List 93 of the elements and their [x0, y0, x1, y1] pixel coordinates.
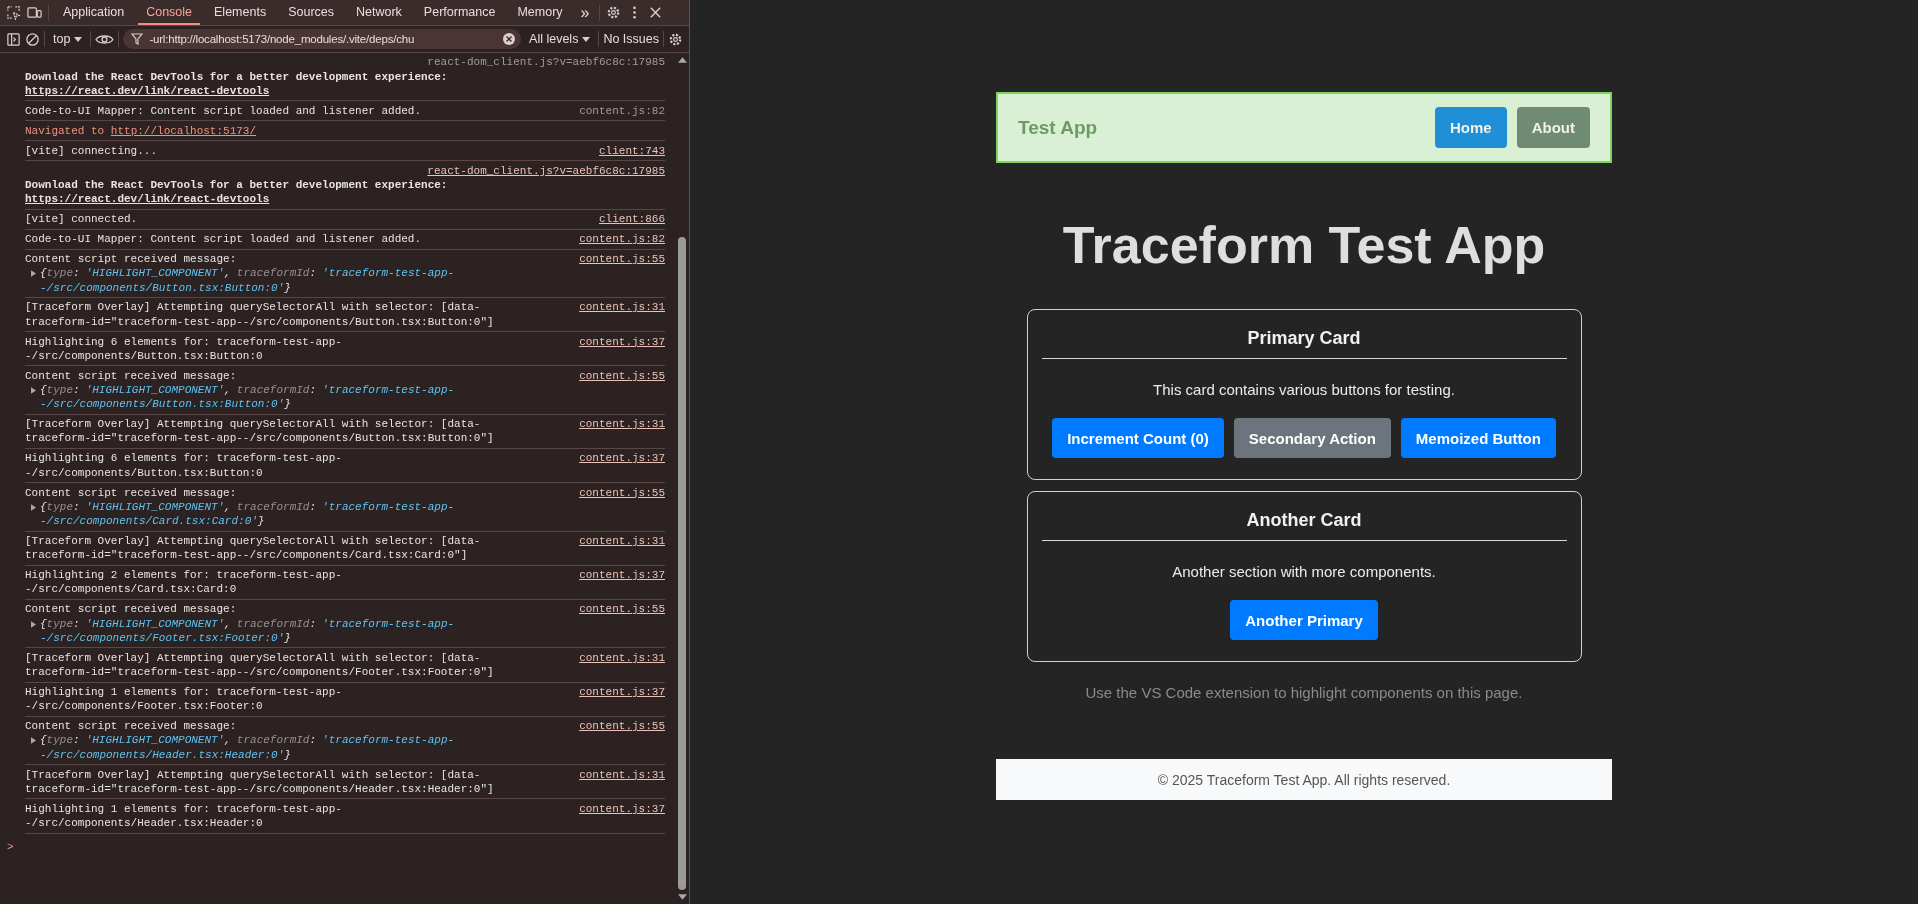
- source-link[interactable]: content.js:31: [579, 767, 665, 796]
- object-preview[interactable]: {type: 'HIGHLIGHT_COMPONENT', traceformId: 'traceform-test-app--/src/components/Button.tsx:Button:0'}: [40, 266, 665, 295]
- source-link[interactable]: react-dom_client.js?v=aebf6c8c:17985: [427, 55, 665, 70]
- log-message: Highlighting 6 elements for: traceform-test-app--/src/components/Button.tsx:Button:0: [25, 451, 343, 480]
- log-message: Content script received message:: [25, 485, 237, 500]
- console-prompt[interactable]: >: [7, 840, 14, 853]
- card-title: Another Card: [1246, 509, 1362, 531]
- log-message: Highlighting 1 elements for: traceform-test-app--/src/components/Footer.tsx:Footer:0: [25, 684, 343, 714]
- log-message: Code-to-UI Mapper: Content script loaded and listener added.: [25, 232, 422, 247]
- source-link[interactable]: content.js:37: [579, 801, 665, 831]
- object-preview[interactable]: {type: 'HIGHLIGHT_COMPONENT', traceformId: 'traceform-test-app--/src/components/Footer.tsx:Footer:0'}: [40, 616, 665, 645]
- card-button[interactable]: Another Primary: [1230, 600, 1378, 640]
- inspect-icon[interactable]: [6, 5, 21, 20]
- devtools-tab[interactable]: Elements: [206, 0, 275, 25]
- log-message: Content script received message:: [25, 252, 237, 267]
- expand-triangle-icon[interactable]: [31, 620, 36, 628]
- page-title: Traceform Test App: [1062, 215, 1546, 275]
- filter-field[interactable]: -url:http://localhost:5173/node_modules/.vite/deps/chu: [123, 29, 522, 49]
- devtools-tab[interactable]: Performance: [415, 0, 504, 25]
- source-link[interactable]: content.js:37: [579, 451, 665, 480]
- clear-filter-icon[interactable]: [503, 33, 516, 45]
- context-dropdown[interactable]: top: [49, 32, 87, 46]
- source-link[interactable]: content.js:55: [579, 485, 665, 500]
- more-tabs-button[interactable]: »: [576, 3, 594, 22]
- source-link[interactable]: content.js:37: [579, 334, 665, 364]
- devtools-tab[interactable]: Sources: [280, 0, 342, 25]
- source-link[interactable]: react-dom_client.js?v=aebf6c8c:17985: [427, 163, 665, 178]
- log-levels-dropdown[interactable]: All levels: [525, 32, 595, 46]
- expand-triangle-icon[interactable]: [31, 737, 36, 745]
- devtools-tab[interactable]: Network: [348, 0, 410, 25]
- devtools-link[interactable]: https://react.dev/link/react-devtools: [25, 193, 270, 206]
- source-link[interactable]: content.js:37: [579, 568, 665, 597]
- source-link[interactable]: content.js:31: [579, 417, 665, 446]
- header-title: Test App: [1018, 116, 1098, 139]
- navigation-link[interactable]: http://localhost:5173/: [110, 124, 257, 137]
- expand-triangle-icon[interactable]: [31, 387, 36, 395]
- log-message: Highlighting 2 elements for: traceform-test-app--/src/components/Card.tsx:Card:0: [25, 568, 343, 597]
- clear-console-icon[interactable]: [25, 31, 40, 47]
- log-message: Content script received message:: [25, 368, 237, 384]
- log-message: [Traceform Overlay] Attempting querySelectorAll with selector: [data-traceform-id="traceform-test-app--/src/components/Header.tsx:Header:0"]: [25, 767, 495, 796]
- log-message: Content script received message:: [25, 719, 237, 734]
- caret-icon: [582, 35, 591, 43]
- object-preview[interactable]: {type: 'HIGHLIGHT_COMPONENT', traceformId: 'traceform-test-app--/src/components/Header.tsx:Header:0'}: [40, 733, 665, 762]
- source-link[interactable]: client:866: [599, 212, 665, 227]
- filter-icon: [131, 33, 144, 45]
- card-text: This card contains various buttons for testing.: [1153, 381, 1455, 398]
- log-message: Content script received message:: [25, 602, 237, 617]
- expand-triangle-icon[interactable]: [31, 503, 36, 511]
- devtools-tab[interactable]: Memory: [509, 0, 571, 25]
- source-link[interactable]: content.js:31: [579, 300, 665, 329]
- expand-triangle-icon[interactable]: [31, 270, 36, 278]
- card-button[interactable]: Secondary Action: [1233, 418, 1391, 458]
- console-settings-icon[interactable]: [668, 31, 683, 47]
- object-preview[interactable]: {type: 'HIGHLIGHT_COMPONENT', traceformId: 'traceform-test-app--/src/components/Card.tsx:Card:0'}: [40, 499, 665, 529]
- card-button[interactable]: Memoized Button: [1400, 418, 1556, 458]
- log-message: Download the React DevTools for a better development experience:: [25, 177, 449, 193]
- object-preview[interactable]: {type: 'HIGHLIGHT_COMPONENT', traceformId: 'traceform-test-app--/src/components/Button.tsx:Button:0'}: [40, 383, 665, 412]
- scrollbar-thumb[interactable]: [678, 237, 686, 890]
- source-link[interactable]: content.js:82: [579, 232, 665, 247]
- source-link[interactable]: content.js:31: [579, 650, 665, 680]
- source-link[interactable]: client:743: [599, 143, 665, 158]
- settings-icon[interactable]: [606, 5, 622, 20]
- devtools-link[interactable]: https://react.dev/link/react-devtools: [25, 84, 270, 97]
- hint-text: Use the VS Code extension to highlight components on this page.: [1085, 684, 1523, 701]
- navigation-message: Navigated to http://localhost:5173/: [25, 123, 257, 138]
- device-toolbar-icon[interactable]: [27, 5, 42, 20]
- log-message: [Traceform Overlay] Attempting querySelectorAll with selector: [data-traceform-id="traceform-test-app--/src/components/Footer.tsx:Footer:0"]: [25, 650, 495, 680]
- scroll-down-arrow-icon[interactable]: [677, 894, 687, 900]
- issues-button[interactable]: No Issues: [603, 32, 659, 46]
- log-message: Download the React DevTools for a better development experience:: [25, 69, 449, 84]
- devtools-tab[interactable]: Application: [55, 0, 133, 25]
- sidebar-toggle-icon[interactable]: [6, 31, 21, 47]
- scroll-up-arrow-icon[interactable]: [677, 57, 687, 63]
- log-message: [vite] connected.: [25, 212, 138, 227]
- footer-text: © 2025 Traceform Test App. All rights reserved.: [1157, 771, 1451, 788]
- log-message: Code-to-UI Mapper: Content script loaded and listener added.: [25, 103, 422, 118]
- card-text: Another section with more components.: [1172, 563, 1436, 580]
- source-link[interactable]: content.js:55: [579, 602, 665, 617]
- source-link[interactable]: content.js:31: [579, 534, 665, 563]
- log-message: [Traceform Overlay] Attempting querySelectorAll with selector: [data-traceform-id="traceform-test-app--/src/components/Card.tsx:Card:0"]: [25, 534, 482, 563]
- source-link[interactable]: content.js:55: [579, 719, 665, 734]
- log-message: [Traceform Overlay] Attempting querySelectorAll with selector: [data-traceform-id="traceform-test-app--/src/components/Button.tsx:Button:0"]: [25, 417, 495, 446]
- card-title: Primary Card: [1247, 327, 1361, 349]
- log-message: Highlighting 1 elements for: traceform-test-app--/src/components/Header.tsx:Header:0: [25, 801, 343, 831]
- source-link[interactable]: content.js:37: [579, 684, 665, 714]
- log-message: [Traceform Overlay] Attempting querySelectorAll with selector: [data-traceform-id="traceform-test-app--/src/components/Button.tsx:Button:0"]: [25, 300, 495, 329]
- source-link[interactable]: content.js:55: [579, 368, 665, 384]
- source-link[interactable]: content.js:55: [579, 252, 665, 267]
- log-message: Highlighting 6 elements for: traceform-test-app--/src/components/Button.tsx:Button:0: [25, 334, 343, 364]
- log-message: [vite] connecting...: [25, 143, 158, 158]
- source-link[interactable]: content.js:82: [579, 103, 665, 118]
- caret-icon: [74, 35, 83, 43]
- card-button[interactable]: Increment Count (0): [1052, 418, 1224, 458]
